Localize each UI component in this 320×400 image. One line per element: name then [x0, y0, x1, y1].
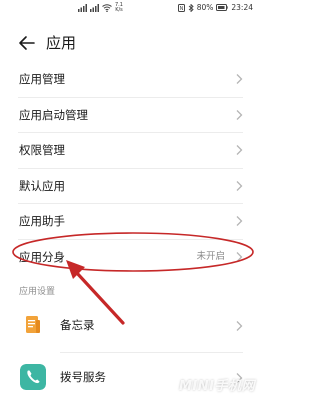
divider [60, 352, 243, 353]
menu-item-app-launch[interactable]: 应用启动管理 [18, 98, 243, 133]
menu-item-label: 应用助手 [19, 214, 65, 228]
clock: 23:24 [231, 3, 253, 12]
watermark-logo: MINI手机网 [179, 379, 255, 394]
sim-signal-icon [78, 4, 87, 12]
page-title: 应用 [46, 34, 77, 52]
chevron-right-icon [236, 109, 243, 120]
settings-menu-list: 应用管理 应用启动管理 权限管理 默认应用 应用助手 应用分身 未开启 [0, 62, 261, 274]
menu-item-permissions[interactable]: 权限管理 [18, 133, 243, 169]
menu-item-label: 应用管理 [19, 72, 65, 86]
status-right: N 80% 23:24 [177, 3, 253, 12]
app-item-memo[interactable]: 备忘录 [18, 306, 243, 350]
menu-item-label: 应用启动管理 [19, 107, 88, 122]
battery-percent: 80% [196, 3, 214, 12]
chevron-right-icon [236, 321, 243, 331]
app-item-label: 拨号服务 [60, 370, 106, 384]
menu-item-label: 默认应用 [19, 178, 65, 193]
phone-icon [20, 364, 46, 390]
menu-item-label: 应用分身 [19, 249, 65, 264]
menu-item-app-management[interactable]: 应用管理 [18, 62, 243, 98]
signal-bars-icon [90, 4, 99, 12]
nfc-icon: N [177, 3, 185, 12]
wifi-icon [102, 4, 112, 12]
menu-item-app-twin[interactable]: 应用分身 未开启 [18, 240, 243, 275]
app-twin-status: 未开启 [196, 250, 225, 262]
memo-icon [20, 312, 46, 338]
chevron-right-icon [236, 180, 243, 191]
status-bar: 7.1 K/s N 80% 23:24 [0, 0, 261, 16]
app-header: 应用 [0, 28, 261, 60]
bluetooth-icon [188, 3, 194, 12]
menu-item-label: 权限管理 [19, 143, 65, 157]
chevron-right-icon [236, 74, 243, 84]
battery-icon [216, 4, 229, 11]
menu-item-app-assistant[interactable]: 应用助手 [18, 204, 243, 240]
settings-screen: 7.1 K/s N 80% 23:24 应用 应用管理 应用启动管理 权限管理 … [0, 0, 261, 400]
menu-item-default-apps[interactable]: 默认应用 [18, 169, 243, 204]
chevron-right-icon [236, 216, 243, 226]
back-arrow-icon[interactable] [16, 32, 38, 54]
svg-text:N: N [179, 6, 183, 12]
section-app-settings: 应用设置 [19, 287, 56, 297]
network-speed: 7.1 K/s [115, 3, 123, 13]
app-item-label: 备忘录 [60, 318, 95, 332]
chevron-right-icon [236, 145, 243, 155]
status-left: 7.1 K/s [78, 3, 123, 13]
chevron-right-icon [236, 251, 243, 262]
network-speed-unit: K/s [115, 7, 123, 13]
